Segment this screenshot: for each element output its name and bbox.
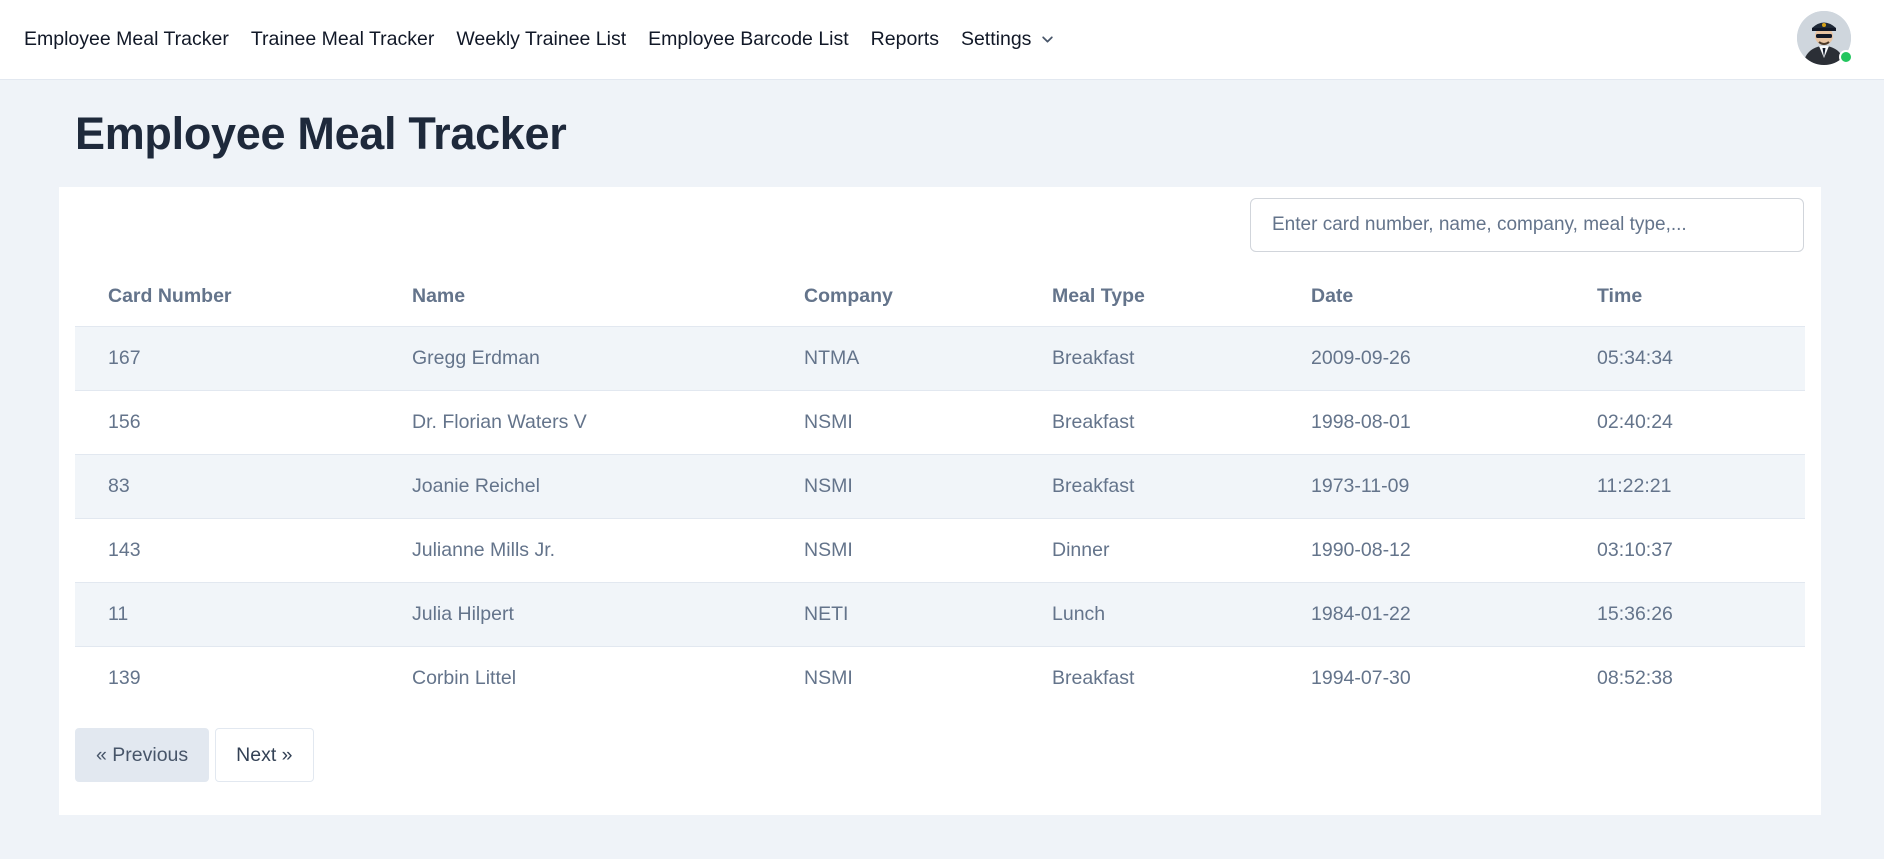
cell-date: 1994-07-30 [1311,666,1411,689]
top-navbar: Employee Meal Tracker Trainee Meal Track… [0,0,1884,80]
table-row: 156 Dr. Florian Waters V NSMI Breakfast … [75,390,1805,455]
table-row: 11 Julia Hilpert NETI Lunch 1984-01-22 1… [75,582,1805,647]
cell-card-number: 11 [75,582,379,647]
cell-date: 1990-08-12 [1278,518,1564,583]
cell-name: Julia Hilpert [379,582,771,647]
cell-date: 2009-09-26 [1278,326,1564,391]
cell-company: NSMI [804,666,853,689]
nav-employee-meal-tracker[interactable]: Employee Meal Tracker [24,28,229,51]
online-status-dot [1839,50,1853,64]
meal-records-card: Card Number Name Company Meal Type Date … [59,187,1821,815]
nav-reports[interactable]: Reports [871,28,939,51]
pagination: « Previous Next » [75,728,314,782]
cell-company: NTMA [771,326,1019,391]
cell-time: 11:22:21 [1564,454,1805,519]
next-page-button[interactable]: Next » [215,728,314,782]
column-header-time[interactable]: Time [1564,267,1805,327]
cell-date: 1973-11-09 [1278,454,1564,519]
column-header-date[interactable]: Date [1278,267,1564,327]
table-row: 143 Julianne Mills Jr. NSMI Dinner 1990-… [75,518,1805,583]
cell-card-number: 156 [75,390,379,455]
cell-name: Gregg Erdman [379,326,771,391]
cell-time: 03:10:37 [1564,518,1805,583]
cell-meal-type: Breakfast [1052,666,1135,689]
cell-card-number: 139 [108,666,141,689]
cell-meal-type: Breakfast [1019,326,1278,391]
cell-time: 02:40:24 [1564,390,1805,455]
cell-time: 15:36:26 [1564,582,1805,647]
cell-time: 08:52:38 [1597,666,1673,689]
nav-settings-label: Settings [960,28,1032,50]
nav-trainee-meal-tracker[interactable]: Trainee Meal Tracker [251,28,435,51]
column-header-company[interactable]: Company [771,267,1019,327]
cell-company: NSMI [771,390,1019,455]
cell-company: NSMI [771,518,1019,583]
column-header-meal-type[interactable]: Meal Type [1019,267,1278,327]
cell-name: Corbin Littel [412,666,517,689]
cell-meal-type: Lunch [1019,582,1278,647]
cell-meal-type: Breakfast [1019,390,1278,455]
nav-settings-dropdown[interactable]: Settings [961,28,1054,51]
cell-company: NSMI [771,454,1019,519]
cell-card-number: 143 [75,518,379,583]
user-avatar-button[interactable] [1797,11,1853,65]
column-header-name[interactable]: Name [379,267,771,327]
cell-name: Julianne Mills Jr. [379,518,771,583]
cell-date: 1998-08-01 [1278,390,1564,455]
chevron-down-icon [1041,33,1054,46]
table-row: 167 Gregg Erdman NTMA Breakfast 2009-09-… [75,326,1805,391]
previous-page-button[interactable]: « Previous [75,728,210,782]
column-header-card-number[interactable]: Card Number [75,267,379,327]
table-row: 83 Joanie Reichel NSMI Breakfast 1973-11… [75,454,1805,519]
cell-meal-type: Breakfast [1019,454,1278,519]
cell-meal-type: Dinner [1019,518,1278,583]
cell-card-number: 83 [75,454,379,519]
cell-company: NETI [771,582,1019,647]
cell-date: 1984-01-22 [1278,582,1564,647]
cell-time: 05:34:34 [1564,326,1805,391]
cell-name: Dr. Florian Waters V [379,390,771,455]
nav-employee-barcode-list[interactable]: Employee Barcode List [648,28,849,51]
table-header-row: Card Number Name Company Meal Type Date … [75,267,1805,327]
nav-weekly-trainee-list[interactable]: Weekly Trainee List [456,28,626,51]
page-title: Employee Meal Tracker [75,108,567,159]
cell-name: Joanie Reichel [379,454,771,519]
search-input[interactable] [1250,198,1804,252]
cell-card-number: 167 [75,326,379,391]
table-row: 139 Corbin Littel NSMI Breakfast 1994-07… [75,646,1805,710]
nav-links: Employee Meal Tracker Trainee Meal Track… [24,28,1054,51]
meal-records-table: Card Number Name Company Meal Type Date … [75,267,1805,710]
